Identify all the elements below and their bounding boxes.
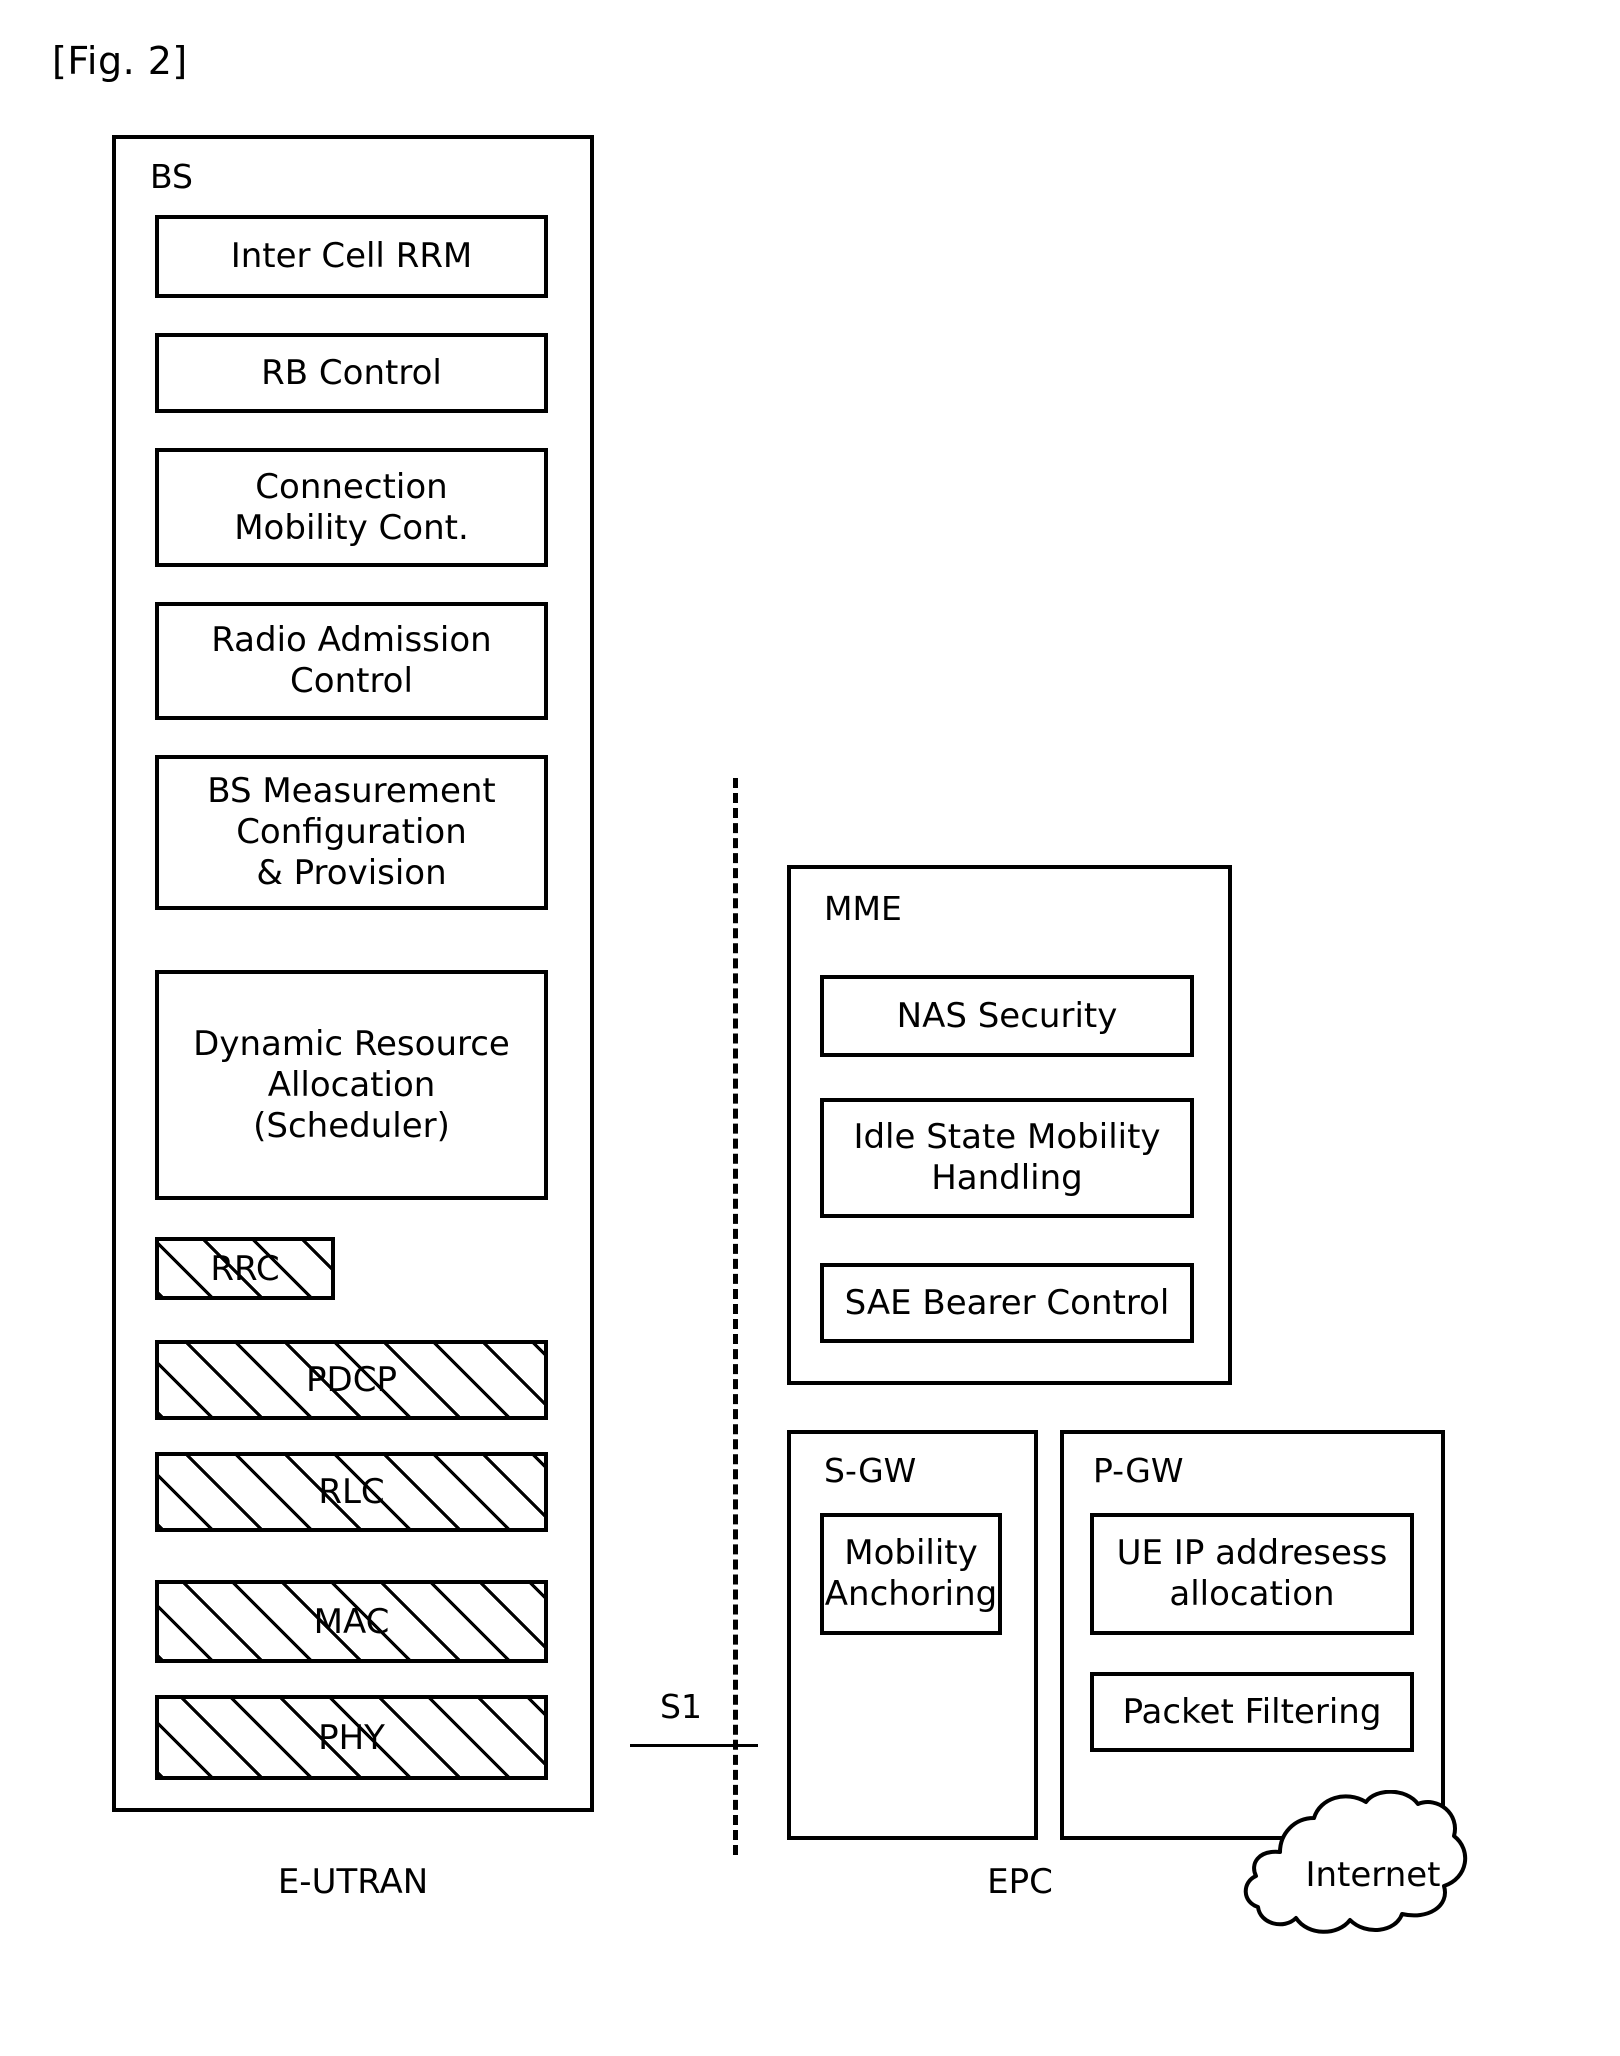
eutran-epc-divider	[733, 778, 738, 1855]
bs-block-label: Dynamic Resource Allocation (Scheduler)	[193, 1023, 510, 1146]
pgw-block-label: Packet Filtering	[1122, 1691, 1382, 1732]
mme-block-sae-bearer-control: SAE Bearer Control	[820, 1263, 1194, 1343]
bs-layer-mac: MAC	[155, 1580, 548, 1663]
sgw-container	[787, 1430, 1038, 1840]
bs-block-radio-admission-control: Radio Admission Control	[155, 602, 548, 720]
bs-layer-rlc: RLC	[155, 1452, 548, 1532]
bs-block-label: RB Control	[261, 352, 442, 393]
sgw-block-label: Mobility Anchoring	[824, 1533, 998, 1614]
pgw-block-label: UE IP addresess allocation	[1116, 1533, 1388, 1614]
bs-layer-label: MAC	[313, 1601, 390, 1642]
eutran-caption: E-UTRAN	[277, 1862, 429, 1902]
bs-block-connection-mobility-control: Connection Mobility Cont.	[155, 448, 548, 567]
figure-canvas: [Fig. 2] BS Inter Cell RRM RB Control Co…	[0, 0, 1620, 2056]
bs-block-inter-cell-rrm: Inter Cell RRM	[155, 215, 548, 298]
bs-block-label: BS Measurement Configuration & Provision	[207, 771, 496, 893]
mme-block-nas-security: NAS Security	[820, 975, 1194, 1057]
bs-layer-label: PDCP	[306, 1360, 397, 1400]
bs-title: BS	[150, 157, 194, 196]
pgw-block-packet-filtering: Packet Filtering	[1090, 1672, 1414, 1752]
mme-title: MME	[824, 889, 902, 928]
bs-layer-phy: PHY	[155, 1695, 548, 1780]
s1-connector-line	[630, 1744, 758, 1747]
bs-block-rb-control: RB Control	[155, 333, 548, 413]
pgw-container	[1060, 1430, 1445, 1840]
bs-block-dynamic-resource-allocation: Dynamic Resource Allocation (Scheduler)	[155, 970, 548, 1200]
sgw-block-mobility-anchoring: Mobility Anchoring	[820, 1513, 1002, 1635]
mme-block-label: NAS Security	[896, 995, 1118, 1036]
mme-block-idle-state-mobility-handling: Idle State Mobility Handling	[820, 1098, 1194, 1218]
mme-block-label: SAE Bearer Control	[844, 1282, 1170, 1323]
sgw-title: S-GW	[824, 1451, 917, 1490]
bs-layer-rrc: RRC	[155, 1237, 335, 1300]
s1-interface-label: S1	[660, 1687, 702, 1726]
bs-layer-label: PHY	[318, 1717, 385, 1758]
bs-layer-pdcp: PDCP	[155, 1340, 548, 1420]
internet-label: Internet	[1305, 1855, 1441, 1895]
bs-block-label: Connection Mobility Cont.	[234, 466, 469, 548]
pgw-block-ue-ip-address-allocation: UE IP addresess allocation	[1090, 1513, 1414, 1635]
bs-layer-label: RLC	[318, 1472, 385, 1512]
mme-block-label: Idle State Mobility Handling	[853, 1117, 1161, 1198]
epc-caption: EPC	[987, 1862, 1053, 1902]
bs-layer-label: RRC	[210, 1248, 280, 1289]
pgw-title: P-GW	[1093, 1451, 1184, 1490]
figure-label: [Fig. 2]	[52, 39, 188, 83]
bs-block-bs-measurement-configuration: BS Measurement Configuration & Provision	[155, 755, 548, 910]
bs-block-label: Inter Cell RRM	[230, 236, 473, 276]
bs-block-label: Radio Admission Control	[211, 620, 492, 701]
